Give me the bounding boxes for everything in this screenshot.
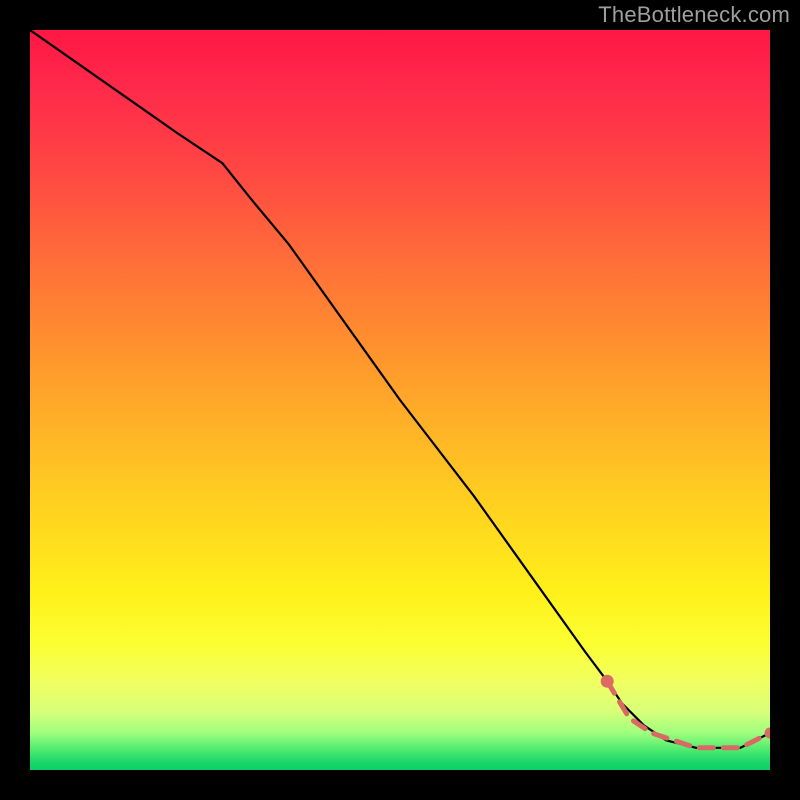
chart-svg — [30, 30, 770, 770]
watermark-label: TheBottleneck.com — [598, 2, 790, 28]
chart-container: TheBottleneck.com — [0, 0, 800, 800]
marker-end-dot — [765, 728, 771, 739]
bottleneck-curve-line — [30, 30, 770, 748]
marker-start-dot — [601, 675, 614, 688]
plot-area — [30, 30, 770, 770]
